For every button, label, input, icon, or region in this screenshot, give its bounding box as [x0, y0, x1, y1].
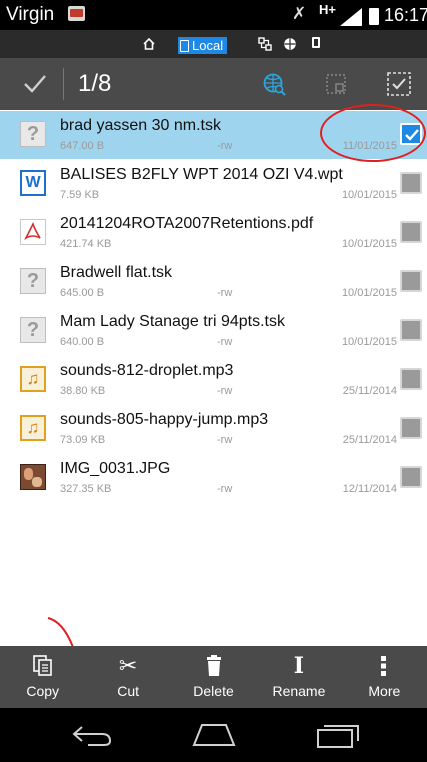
- mute-icon: ✗: [292, 4, 307, 23]
- file-size: 645.00 B: [60, 287, 105, 299]
- file-size: 640.00 B: [60, 336, 105, 348]
- notification-icon: [68, 6, 85, 21]
- list-item[interactable]: ♫ sounds-805-happy-jump.mp3 73.09 KB -rw…: [0, 405, 427, 453]
- device-icon: [180, 39, 189, 52]
- check-icon[interactable]: [22, 70, 48, 96]
- text-cursor-icon: I: [293, 653, 305, 679]
- file-name: 20141204ROTA2007Retentions.pdf: [60, 215, 314, 232]
- file-name: sounds-812-droplet.mp3: [60, 362, 234, 379]
- copy-label: Copy: [26, 683, 60, 699]
- delete-label: Delete: [193, 683, 234, 699]
- list-item[interactable]: ? Bradwell flat.tsk 645.00 B -rw 10/01/2…: [0, 258, 427, 306]
- location-bar: Local: [0, 30, 427, 58]
- divider: [63, 68, 64, 100]
- carrier-name: Virgin: [6, 4, 55, 25]
- file-date: 12/11/2014: [342, 483, 397, 495]
- file-list: ? brad yassen 30 nm.tsk 647.00 B -rw 11/…: [0, 111, 427, 503]
- document-file-icon: W: [20, 170, 46, 196]
- file-date: 10/01/2015: [341, 287, 397, 299]
- list-item[interactable]: ♫ sounds-812-droplet.mp3 38.80 KB -rw 25…: [0, 356, 427, 404]
- list-item[interactable]: IMG_0031.JPG 327.35 KB -rw 12/11/2014: [0, 454, 427, 502]
- battery-icon: [369, 8, 379, 25]
- file-checkbox[interactable]: [400, 417, 422, 439]
- file-date: 25/11/2014: [342, 385, 397, 397]
- audio-file-icon: ♫: [20, 415, 46, 441]
- list-item[interactable]: ? Mam Lady Stanage tri 94pts.tsk 640.00 …: [0, 307, 427, 355]
- file-size: 421.74 KB: [60, 238, 112, 250]
- file-size: 7.59 KB: [60, 189, 100, 201]
- file-checkbox[interactable]: [400, 270, 422, 292]
- file-date: 10/01/2015: [341, 336, 397, 348]
- file-checkbox[interactable]: [400, 368, 422, 390]
- select-all-icon[interactable]: [386, 71, 412, 97]
- file-size: 647.00 B: [60, 140, 105, 152]
- clock: 16:17: [384, 5, 427, 25]
- recent-apps-icon[interactable]: [314, 721, 362, 749]
- file-permissions: -rw: [217, 483, 233, 495]
- list-item[interactable]: ? brad yassen 30 nm.tsk 647.00 B -rw 11/…: [0, 111, 427, 159]
- file-size: 38.80 KB: [60, 385, 106, 397]
- globe-search-icon[interactable]: [262, 72, 286, 96]
- home-icon[interactable]: [142, 37, 156, 51]
- unknown-file-icon: ?: [20, 317, 46, 343]
- image-thumbnail-icon: [20, 464, 46, 490]
- file-permissions: -rw: [217, 385, 233, 397]
- rename-button[interactable]: I Rename: [256, 646, 341, 708]
- checkmark-icon: [405, 129, 419, 141]
- cut-label: Cut: [117, 683, 139, 699]
- file-date: 10/01/2015: [341, 189, 397, 201]
- file-permissions: -rw: [217, 336, 233, 348]
- scissors-icon: ✂: [118, 653, 138, 678]
- bottom-toolbar: Copy ✂ Cut Delete I Rename More: [0, 646, 427, 708]
- back-icon[interactable]: [68, 721, 116, 749]
- cut-button[interactable]: ✂ Cut: [85, 646, 170, 708]
- file-size: 73.09 KB: [60, 434, 106, 446]
- file-checkbox[interactable]: [400, 172, 422, 194]
- home-icon[interactable]: [190, 721, 238, 749]
- selection-count: 1/8: [78, 70, 112, 97]
- file-date: 10/01/2015: [341, 238, 397, 250]
- file-permissions: -rw: [217, 140, 233, 152]
- more-button[interactable]: More: [342, 646, 427, 708]
- local-storage-label: Local: [192, 38, 224, 53]
- list-item[interactable]: 20141204ROTA2007Retentions.pdf 421.74 KB…: [0, 209, 427, 257]
- copy-icon: [30, 653, 56, 679]
- file-checkbox[interactable]: [400, 466, 422, 488]
- local-storage-tab[interactable]: Local: [178, 37, 228, 54]
- dotted-square-icon[interactable]: [324, 72, 348, 96]
- more-icon: [371, 653, 397, 679]
- file-name: IMG_0031.JPG: [60, 460, 171, 477]
- file-name: brad yassen 30 nm.tsk: [60, 117, 221, 134]
- file-name: sounds-805-happy-jump.mp3: [60, 411, 269, 428]
- status-bar: Virgin ✗ H+ 16:17: [0, 0, 427, 30]
- delete-button[interactable]: Delete: [171, 646, 256, 708]
- list-item[interactable]: W BALISES B2FLY WPT 2014 OZI V4.wpt 7.59…: [0, 160, 427, 208]
- file-date: 11/01/2015: [342, 140, 397, 152]
- file-name: Mam Lady Stanage tri 94pts.tsk: [60, 313, 285, 330]
- signal-icon: [340, 8, 362, 26]
- globe-icon[interactable]: [283, 37, 297, 51]
- file-date: 25/11/2014: [342, 434, 397, 446]
- network-type: H+: [319, 2, 336, 17]
- pdf-file-icon: [20, 219, 46, 245]
- unknown-file-icon: ?: [20, 121, 46, 147]
- file-permissions: -rw: [217, 287, 233, 299]
- file-checkbox[interactable]: [400, 221, 422, 243]
- rename-label: Rename: [272, 683, 326, 699]
- copy-button[interactable]: Copy: [0, 646, 85, 708]
- phone-icon[interactable]: [309, 37, 323, 51]
- action-bar: 1/8: [0, 58, 427, 110]
- unknown-file-icon: ?: [20, 268, 46, 294]
- trash-icon: [201, 653, 227, 679]
- file-name: BALISES B2FLY WPT 2014 OZI V4.wpt: [60, 166, 343, 183]
- file-size: 327.35 KB: [60, 483, 112, 495]
- file-name: Bradwell flat.tsk: [60, 264, 173, 281]
- file-permissions: -rw: [217, 434, 233, 446]
- audio-file-icon: ♫: [20, 366, 46, 392]
- file-checkbox[interactable]: [400, 319, 422, 341]
- more-label: More: [368, 683, 401, 699]
- network-icon[interactable]: [258, 37, 272, 51]
- file-checkbox[interactable]: [400, 123, 422, 145]
- navigation-bar: [0, 708, 427, 762]
